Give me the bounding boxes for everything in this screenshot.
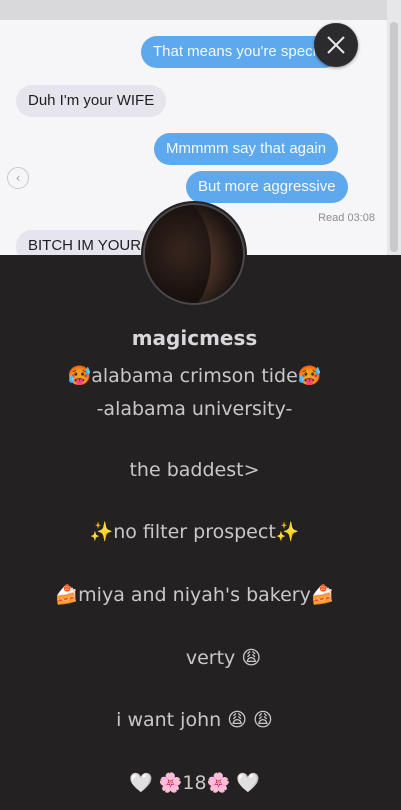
avatar[interactable] [141, 201, 247, 307]
bio-line: -alabama university- [96, 398, 293, 420]
image-top-strip [0, 0, 401, 20]
chat-bubble-incoming: Duh I'm your WIFE [16, 85, 167, 117]
bio-line: 🍰miya and niyah's bakery🍰 [54, 584, 335, 606]
close-button[interactable] [314, 23, 358, 67]
close-icon [327, 36, 345, 54]
read-receipt: Read 03:08 [318, 212, 375, 224]
username[interactable]: magicmess [0, 326, 389, 350]
bio-line: ✨no filter prospect✨ [89, 521, 300, 543]
bio-line: 🤍 🌸18🌸 🤍 [129, 772, 260, 794]
scrollbar[interactable] [387, 0, 401, 255]
bio-line: verty 😩 [185, 647, 262, 669]
bio-line: 🥵alabama crimson tide🥵 [67, 365, 322, 387]
chat-bubble-outgoing: That means you're special [141, 36, 340, 68]
chat-bubble-outgoing: But more aggressive [186, 171, 348, 203]
bio-line: the baddest> [129, 459, 260, 481]
bio-line: i want john 😩 😩 [116, 709, 273, 731]
scrollbar-thumb[interactable] [390, 22, 398, 252]
avatar-photo-shading [145, 205, 211, 303]
avatar-photo [143, 203, 245, 305]
chat-bubble-outgoing: Mmmmm say that again [154, 133, 339, 165]
chevron-left-icon[interactable]: ‹ [7, 167, 29, 189]
chat-bubble-incoming: BITCH IM YOUR [16, 230, 154, 255]
